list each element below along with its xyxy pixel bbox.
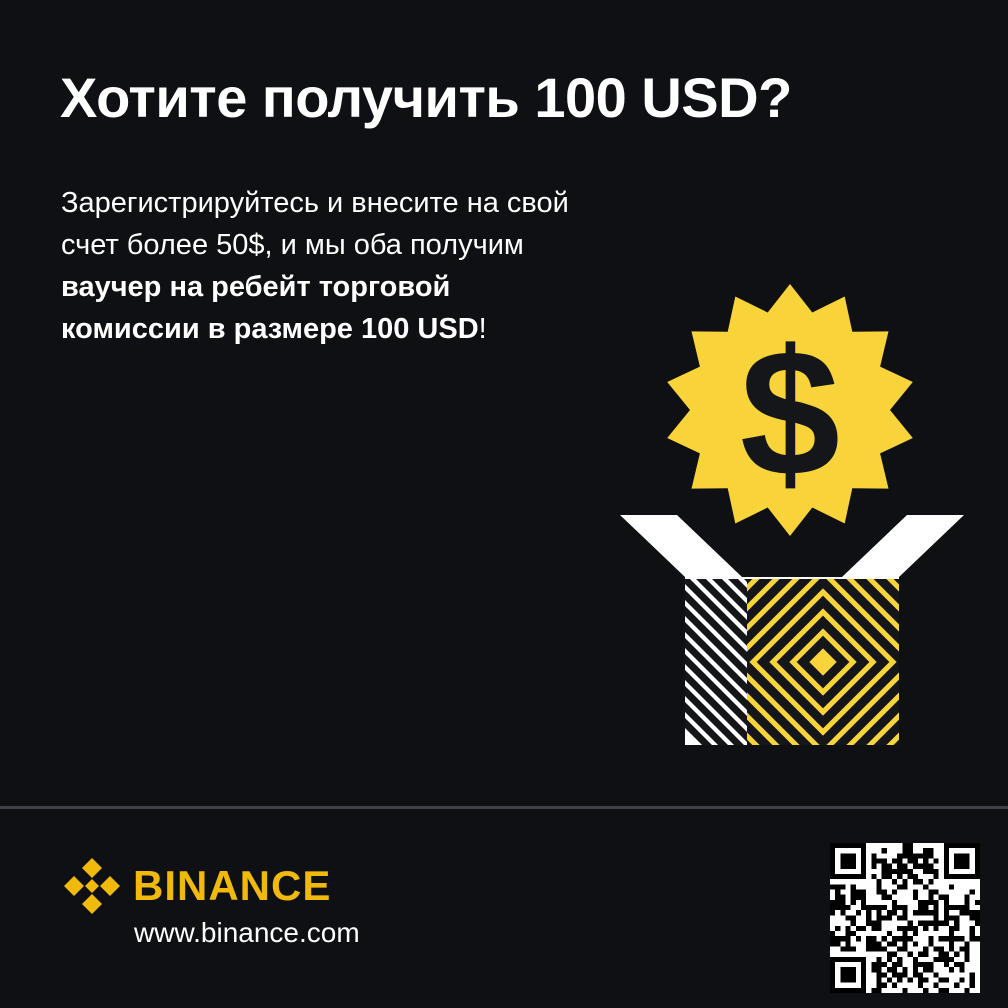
dollar-badge-icon: $: [667, 284, 913, 536]
dollar-symbol: $: [740, 313, 840, 514]
website-link[interactable]: www.binance.com: [134, 914, 360, 952]
binance-diamond-logo-icon: [64, 858, 120, 914]
brand-name: BINANCE: [133, 862, 332, 909]
promo-banner: Хотите получить 100 USD? Зарегистрируйте…: [0, 0, 1008, 1008]
promo-description: Зарегистрируйтесь и внесите на свой счет…: [61, 182, 581, 350]
page-title: Хотите получить 100 USD?: [60, 66, 792, 129]
footer-divider: [0, 806, 1008, 809]
left-box-flap: [620, 515, 742, 577]
promo-highlight-text: ваучер на ребейт торговой комиссии в раз…: [61, 271, 479, 345]
promo-intro-text: Зарегистрируйтесь и внесите на свой счет…: [61, 187, 569, 261]
qr-code-icon[interactable]: [830, 843, 980, 993]
right-box-flap: [842, 515, 964, 577]
gift-box-illustration: $: [620, 284, 964, 745]
open-gift-box-icon: [620, 515, 964, 745]
promo-outro-text: !: [478, 313, 487, 345]
